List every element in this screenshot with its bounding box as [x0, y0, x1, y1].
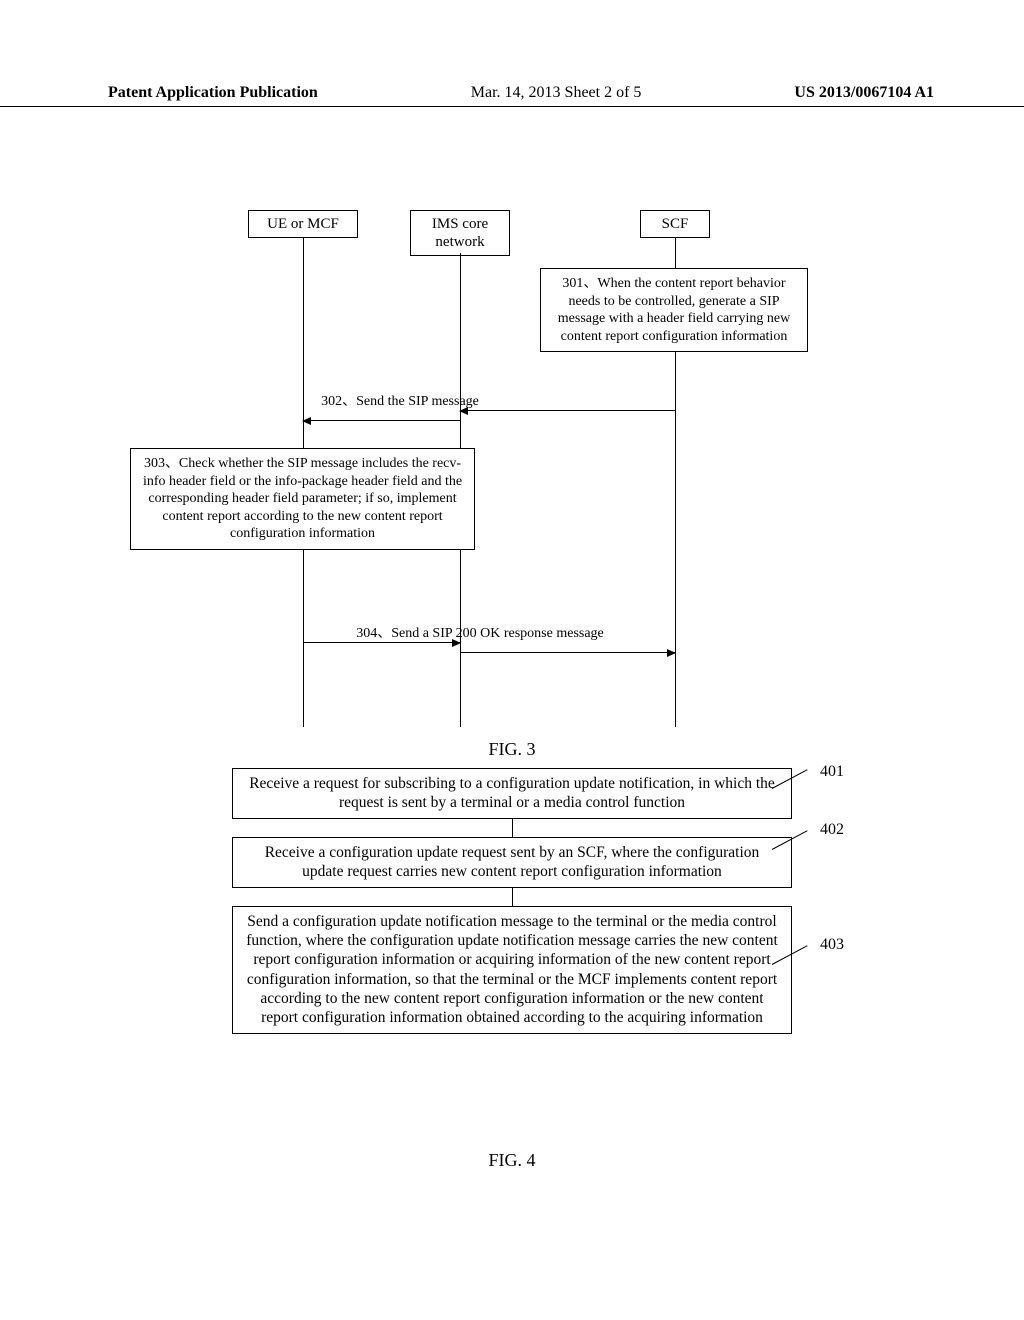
figure-4: Receive a request for subscribing to a c… [0, 768, 1024, 1034]
note-303: 303、Check whether the SIP message includ… [130, 448, 475, 550]
msg-302-label: 302、Send the SIP message [300, 390, 500, 410]
lifeline-ims: IMS core network [410, 210, 510, 256]
arrow-302-a [460, 410, 675, 411]
tag-403: 403 [820, 936, 844, 954]
lifeline-scf: SCF [640, 210, 710, 238]
tag-402: 402 [820, 821, 844, 839]
step-401: Receive a request for subscribing to a c… [232, 768, 792, 819]
msg-304-label: 304、Send a SIP 200 OK response message [315, 622, 645, 642]
arrow-304-b [460, 652, 675, 653]
header-middle: Mar. 14, 2013 Sheet 2 of 5 [471, 84, 642, 102]
arrow-304-a [303, 642, 460, 643]
arrow-302-b [303, 420, 460, 421]
note-301: 301、When the content report behavior nee… [540, 268, 808, 352]
connector-2 [512, 888, 513, 906]
page-header: Patent Application Publication Mar. 14, … [0, 84, 1024, 107]
lifeline-ue: UE or MCF [248, 210, 358, 238]
connector-1 [512, 819, 513, 837]
step-403: Send a configuration update notification… [232, 906, 792, 1034]
header-right: US 2013/0067104 A1 [794, 84, 934, 102]
step-402: Receive a configuration update request s… [232, 837, 792, 888]
figure-3: UE or MCF IMS core network SCF 301、When … [0, 210, 1024, 740]
figure-4-label: FIG. 4 [0, 1150, 1024, 1171]
header-left: Patent Application Publication [108, 84, 318, 102]
tag-401: 401 [820, 763, 844, 781]
figure-3-label: FIG. 3 [0, 739, 1024, 760]
